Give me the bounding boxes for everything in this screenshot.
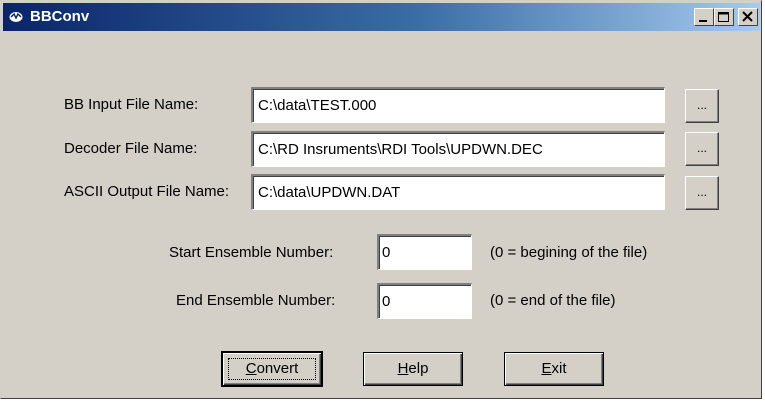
minimize-button[interactable] (694, 8, 714, 26)
bbconv-window: BBConv BB Input File Name: C:\data\TEST.… (0, 0, 762, 399)
convert-button[interactable]: Convert (222, 352, 322, 386)
close-button[interactable] (738, 8, 758, 26)
convert-label: Convert (246, 360, 299, 377)
maximize-button[interactable] (714, 8, 734, 26)
app-icon (9, 10, 23, 22)
title-bar[interactable]: BBConv (3, 3, 760, 31)
start-ensemble-field[interactable]: 0 (377, 234, 472, 270)
close-icon (742, 11, 753, 22)
exit-button[interactable]: Exit (504, 352, 604, 386)
window-title: BBConv (30, 8, 90, 25)
end-ensemble-label: End Ensemble Number: (176, 292, 336, 309)
decoder-file-field[interactable]: C:\RD Insruments\RDI Tools\UPDWN.DEC (251, 131, 665, 167)
exit-label: Exit (541, 360, 566, 377)
help-rest: elp (408, 360, 429, 377)
decoder-browse-button[interactable]: ... (685, 132, 719, 166)
output-browse-button[interactable]: ... (685, 176, 719, 210)
output-file-label: ASCII Output File Name: (64, 183, 230, 200)
end-ensemble-field[interactable]: 0 (377, 283, 472, 319)
exit-accel: E (541, 360, 552, 377)
help-label: Help (398, 360, 429, 377)
convert-rest: onvert (256, 360, 299, 377)
exit-rest: xit (551, 360, 567, 377)
convert-accel: C (245, 360, 257, 377)
end-ensemble-hint: (0 = end of the file) (490, 292, 616, 309)
minimize-icon (699, 20, 707, 22)
input-file-field[interactable]: C:\data\TEST.000 (251, 87, 665, 123)
start-ensemble-hint: (0 = begining of the file) (490, 244, 648, 261)
input-file-label: BB Input File Name: (64, 96, 199, 113)
maximize-icon (718, 12, 729, 22)
decoder-file-label: Decoder File Name: (64, 140, 198, 157)
input-browse-button[interactable]: ... (685, 89, 719, 123)
help-accel: H (397, 360, 409, 377)
start-ensemble-label: Start Ensemble Number: (169, 244, 334, 261)
help-button[interactable]: Help (363, 352, 463, 386)
output-file-field[interactable]: C:\data\UPDWN.DAT (251, 174, 665, 210)
